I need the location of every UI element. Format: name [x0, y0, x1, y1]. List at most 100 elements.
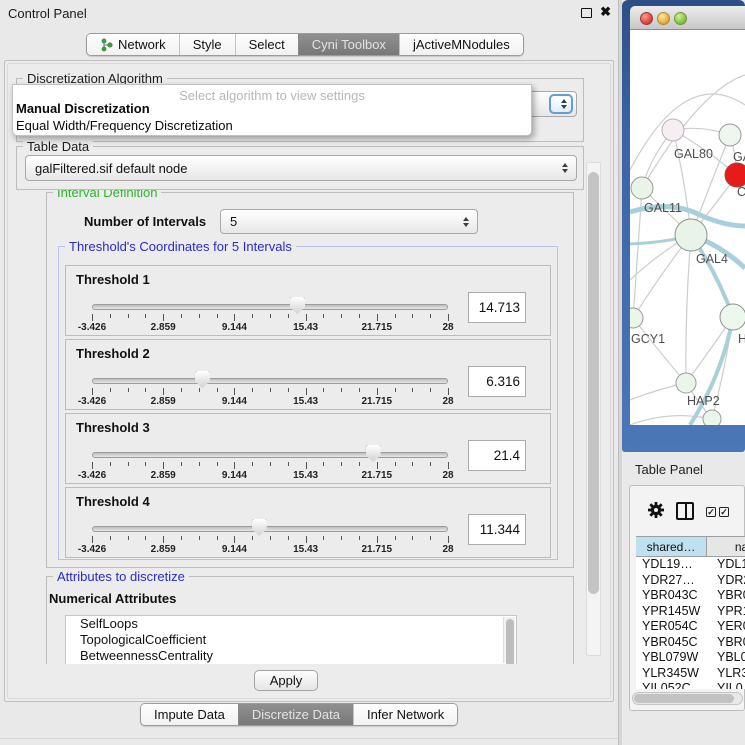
tab-jactivemnodules[interactable]: jActiveMNodules: [399, 34, 523, 55]
table-row[interactable]: YLR345WYLR3: [636, 666, 745, 682]
number-of-intervals-value: 5: [230, 214, 237, 229]
table-cell: YBR043C: [636, 588, 707, 604]
tick-mark: [252, 314, 253, 318]
table-cell: YDL1: [707, 557, 745, 573]
tick-mark: [92, 462, 93, 469]
number-of-intervals-combobox[interactable]: 5: [220, 209, 478, 234]
slider-thumb[interactable]: [252, 519, 267, 536]
table-panel-title: Table Panel: [635, 462, 703, 477]
tab-infer-network[interactable]: Infer Network: [353, 704, 457, 725]
tick-mark: [92, 536, 93, 543]
zoom-traffic-light-icon[interactable]: [674, 12, 687, 25]
table-header-cell[interactable]: na: [707, 537, 745, 556]
tick-mark: [163, 462, 164, 469]
table-row[interactable]: YDL19…YDL1: [636, 557, 745, 573]
tick-label: 15.43: [276, 322, 336, 333]
tick-label: 21.715: [347, 544, 407, 555]
network-node[interactable]: [675, 219, 707, 251]
tick-mark: [377, 388, 378, 395]
table-row[interactable]: YBL079WYBL0: [636, 650, 745, 666]
network-node[interactable]: [719, 124, 741, 146]
slider-track[interactable]: [92, 378, 448, 384]
table-row[interactable]: YER054CYER0: [636, 619, 745, 635]
table-row[interactable]: YIL052CYIL0: [636, 681, 745, 689]
slider-thumb[interactable]: [195, 371, 210, 388]
apply-button[interactable]: Apply: [254, 670, 318, 691]
table-row[interactable]: YBR045CYBR0: [636, 635, 745, 651]
list-scrollbar[interactable]: [503, 617, 515, 663]
table-header-row: shared…na: [636, 536, 745, 557]
checkbox-icon[interactable]: ✓: [706, 507, 716, 517]
list-item-betweennesscentrality[interactable]: BetweennessCentrality: [66, 648, 516, 664]
network-canvas[interactable]: GAL80GACGAL11GAL4GCY1HHAP2: [630, 30, 745, 425]
tick-mark: [145, 314, 146, 318]
network-node[interactable]: [630, 308, 643, 328]
tab-cyni-toolbox[interactable]: Cyni Toolbox: [298, 34, 399, 55]
slider-thumb[interactable]: [366, 445, 381, 462]
tab-network[interactable]: Network: [87, 34, 179, 55]
table-row[interactable]: YDR27…YDR2: [636, 573, 745, 589]
gear-icon[interactable]: [646, 500, 666, 520]
tick-label: 2.859: [133, 470, 193, 481]
column-layout-icon[interactable]: [676, 502, 694, 520]
slider-track[interactable]: [92, 304, 448, 310]
slider-thumb[interactable]: [290, 297, 305, 314]
tick-mark: [341, 314, 342, 318]
horizontal-scrollbar-thumb[interactable]: [634, 694, 734, 703]
tick-mark: [448, 388, 449, 395]
float-window-icon[interactable]: [581, 8, 592, 18]
horizontal-scrollbar[interactable]: [632, 692, 743, 705]
tab-select[interactable]: Select: [235, 34, 298, 55]
table-cell: YDR27…: [636, 573, 707, 589]
tick-mark: [395, 462, 396, 466]
threshold-value-field[interactable]: 21.4: [468, 440, 526, 471]
minimize-traffic-light-icon[interactable]: [657, 12, 670, 25]
slider-track[interactable]: [92, 452, 448, 458]
list-item-selfloops[interactable]: SelfLoops: [66, 616, 516, 632]
threshold-label: Threshold 2: [76, 346, 150, 361]
network-window-titlebar[interactable]: [630, 6, 745, 30]
checkbox-icon[interactable]: ✓: [719, 507, 729, 517]
table-data-combobox[interactable]: galFiltered.sif default node: [25, 155, 577, 181]
network-node[interactable]: [631, 177, 653, 199]
tab-discretize-data[interactable]: Discretize Data: [238, 704, 353, 725]
list-item-topologicalcoefficient[interactable]: TopologicalCoefficient: [66, 632, 516, 648]
table-row[interactable]: YPR145WYPR1: [636, 604, 745, 620]
tick-mark: [252, 462, 253, 466]
threshold-value-field[interactable]: 6.316: [468, 366, 526, 397]
tab-style[interactable]: Style: [179, 34, 235, 55]
table-header-cell[interactable]: shared…: [636, 537, 707, 556]
popup-item-equal-width-frequency-discretization[interactable]: Equal Width/Frequency Discretization: [16, 118, 233, 133]
numerical-attributes-list[interactable]: SelfLoopsTopologicalCoefficientBetweenne…: [65, 615, 517, 664]
tick-mark: [323, 536, 324, 540]
divider: [0, 738, 618, 739]
network-node[interactable]: [676, 373, 696, 393]
popup-item-manual-discretization[interactable]: Manual Discretization: [16, 101, 150, 116]
threshold-value-field[interactable]: 14.713: [468, 292, 526, 323]
network-edge[interactable]: [686, 235, 691, 383]
tick-mark: [128, 536, 129, 540]
thresholds-group: Threshold's Coordinates for 5 Intervals …: [58, 246, 558, 560]
tick-label: 21.715: [347, 470, 407, 481]
network-node[interactable]: [720, 304, 745, 330]
combo-stepper-focused[interactable]: [549, 94, 573, 114]
tick-mark: [217, 314, 218, 318]
close-traffic-light-icon[interactable]: [640, 12, 653, 25]
main-scrollbar-thumb[interactable]: [588, 172, 599, 594]
number-of-intervals-label: Number of Intervals: [84, 214, 206, 229]
network-edge[interactable]: [633, 318, 686, 383]
network-edge[interactable]: [630, 416, 712, 425]
table-row[interactable]: YBR043CYBR0: [636, 588, 745, 604]
network-edge[interactable]: [690, 317, 733, 425]
network-graph: GAL80GACGAL11GAL4GCY1HHAP2: [630, 30, 745, 425]
tab-label: Cyni Toolbox: [312, 34, 386, 56]
table-cell: YBR0: [707, 635, 745, 651]
close-icon[interactable]: ✖: [600, 4, 611, 20]
network-node[interactable]: [662, 119, 684, 141]
slider-track[interactable]: [92, 526, 448, 532]
tab-impute-data[interactable]: Impute Data: [141, 704, 238, 725]
list-scrollbar-thumb[interactable]: [506, 619, 514, 664]
threshold-value-field[interactable]: 11.344: [468, 514, 526, 545]
network-node[interactable]: [725, 163, 745, 187]
network-node[interactable]: [703, 410, 721, 425]
